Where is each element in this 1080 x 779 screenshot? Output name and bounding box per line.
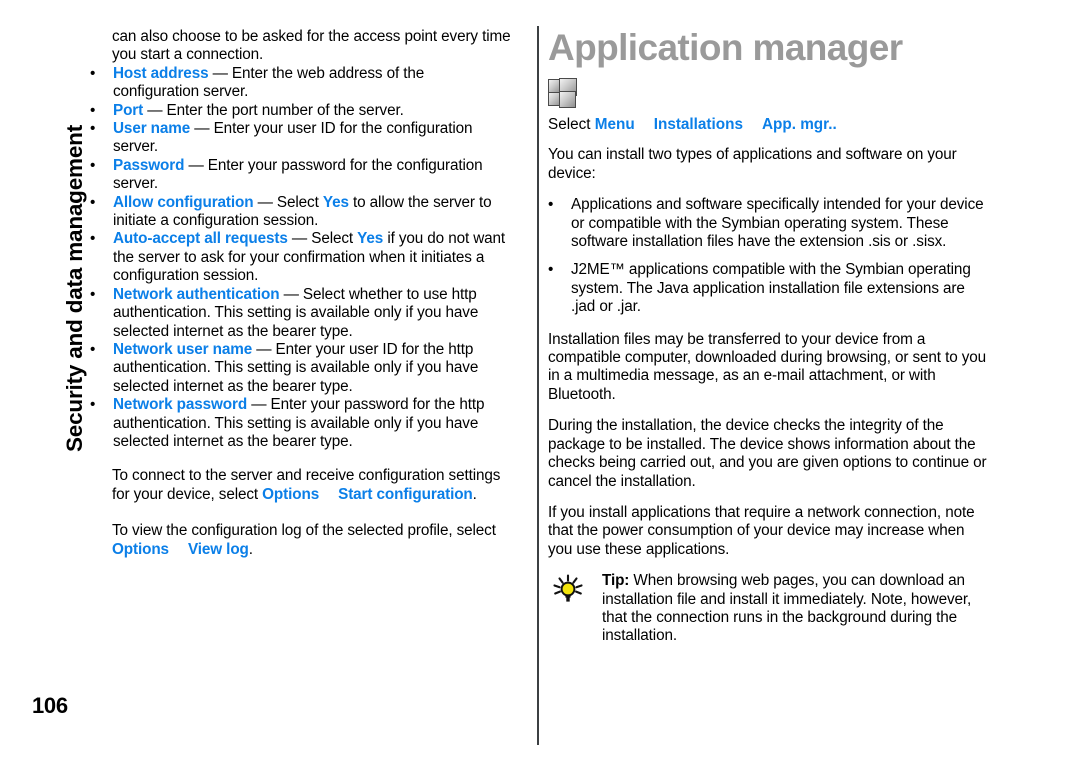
menu-start-configuration-label: Start configuration — [338, 485, 473, 503]
manual-page: Security and data management can also ch… — [0, 0, 1080, 779]
setting-value: Yes — [322, 193, 349, 211]
setting-term: Password — [113, 156, 185, 174]
lightbulb-icon — [552, 574, 584, 606]
page-number: 106 — [32, 693, 68, 718]
list-item: • Network user name — Enter your user ID… — [90, 341, 512, 396]
list-item: • Network password — Enter your password… — [90, 396, 512, 451]
column-divider — [537, 26, 539, 745]
setting-term: Allow configuration — [113, 193, 254, 211]
setting-term: User name — [113, 120, 191, 138]
list-item: • Host address — Enter the web address o… — [90, 65, 512, 102]
start-configuration-paragraph: To connect to the server and receive con… — [112, 467, 512, 504]
paragraph-text-after: . — [248, 540, 253, 558]
tip-text: When browsing web pages, you can downloa… — [602, 572, 972, 645]
bullet-icon: • — [90, 396, 96, 414]
list-item: • J2ME™ applications compatible with the… — [548, 261, 992, 316]
paragraph-text-before: To view the configuration log of the sel… — [112, 522, 496, 540]
tip-label-text: Tip: — [602, 572, 630, 590]
bullet-icon: • — [90, 120, 96, 138]
menu-options-label: Options — [112, 540, 169, 558]
list-item: • Password — Enter your password for the… — [90, 157, 512, 194]
bullet-icon: • — [548, 196, 554, 214]
bullet-icon: • — [90, 101, 96, 119]
bullet-icon: • — [90, 193, 96, 211]
list-item: • Allow configuration — Select Yes to al… — [90, 194, 512, 231]
settings-bullet-list: • Host address — Enter the web address o… — [90, 65, 512, 452]
menu-options-label: Options — [262, 485, 320, 503]
right-column: Application manager Select Menu Installat… — [548, 28, 992, 646]
application-types-list: • Applications and software specifically… — [548, 196, 992, 316]
menu-item-menu: Menu — [594, 116, 635, 133]
setting-desc: — Enter the port number of the server. — [143, 101, 404, 119]
chapter-tab: Security and data management — [0, 0, 90, 470]
bullet-icon: • — [90, 340, 96, 358]
tip-block: Tip: When browsing web pages, you can do… — [548, 572, 992, 646]
view-log-paragraph: To view the configuration log of the sel… — [112, 522, 512, 559]
left-column: can also choose to be asked for the acce… — [90, 28, 512, 572]
transfer-paragraph: Installation files may be transferred to… — [548, 330, 987, 403]
setting-term: Network password — [113, 396, 248, 414]
bullet-icon: • — [90, 285, 96, 303]
bullet-icon: • — [548, 261, 554, 279]
list-item: • User name — Enter your user ID for the… — [90, 120, 512, 157]
continued-paragraph: can also choose to be asked for the acce… — [112, 28, 511, 64]
paragraph-text-after: . — [472, 485, 477, 503]
app-cubes-icon — [548, 78, 582, 108]
bullet-icon: • — [90, 64, 96, 82]
setting-term: Network user name — [113, 340, 253, 358]
power-consumption-paragraph: If you install applications that require… — [548, 503, 975, 558]
setting-desc-before: — Select — [253, 193, 323, 211]
setting-term: Auto-accept all requests — [113, 230, 288, 248]
select-label: Select — [548, 116, 595, 133]
menu-item-installations: Installations — [653, 116, 743, 133]
bullet-icon: • — [90, 156, 96, 174]
menu-path-line: Select Menu Installations App. mgr.. — [548, 116, 992, 134]
menu-view-log-label: View log — [187, 540, 249, 558]
setting-term: Network authentication — [113, 285, 280, 303]
application-type-text: Applications and software specifically i… — [571, 196, 984, 251]
menu-item-app-mgr: App. mgr.. — [761, 116, 837, 133]
list-item: • Auto-accept all requests — Select Yes … — [90, 230, 512, 285]
list-item: • Applications and software specifically… — [548, 196, 992, 251]
intro-paragraph: You can install two types of application… — [548, 146, 957, 182]
list-item: • Network authentication — Select whethe… — [90, 286, 512, 341]
setting-term: Port — [113, 101, 144, 119]
list-item: • Port — Enter the port number of the se… — [90, 102, 512, 120]
application-type-text: J2ME™ applications compatible with the S… — [571, 261, 971, 316]
integrity-paragraph: During the installation, the device chec… — [548, 417, 987, 490]
page-title: Application manager — [548, 27, 903, 68]
setting-value: Yes — [357, 230, 384, 248]
chapter-tab-label: Security and data management — [62, 124, 87, 452]
tip-label: Tip: — [602, 572, 629, 589]
bullet-icon: • — [90, 230, 96, 248]
setting-term: Host address — [113, 64, 209, 82]
setting-desc-before: — Select — [287, 230, 358, 248]
